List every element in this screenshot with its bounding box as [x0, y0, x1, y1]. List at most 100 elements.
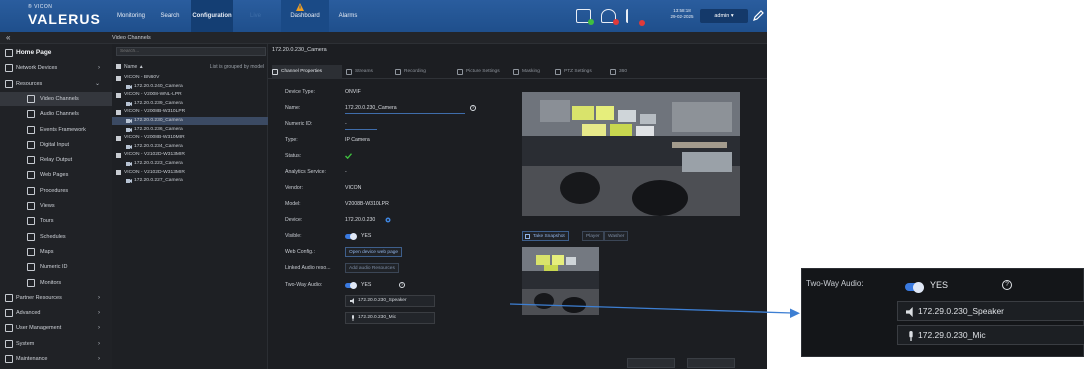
- nav-configuration[interactable]: Configuration: [191, 0, 233, 32]
- sidebar-item-user-management[interactable]: User Management ›: [0, 321, 112, 335]
- tree-camera-row[interactable]: 172.20.0.234_Camera: [112, 143, 268, 151]
- sidebar-item-procedures[interactable]: Procedures: [0, 184, 112, 198]
- tab-label: 360: [619, 69, 628, 74]
- sidebar-item-system[interactable]: System ›: [0, 337, 112, 351]
- sidebar-item-resources[interactable]: Resources ⌄: [0, 77, 112, 91]
- help-icon[interactable]: ?: [470, 105, 476, 111]
- callout-mic-label: 172.29.0.230_Mic: [918, 330, 986, 340]
- sidebar-item-relay-output[interactable]: Relay Output: [0, 153, 112, 167]
- sidebar-item-network-devices[interactable]: Network Devices ›: [0, 61, 112, 75]
- group-checkbox[interactable]: [116, 75, 121, 81]
- select-all-checkbox[interactable]: [116, 64, 121, 69]
- washer-button[interactable]: Washer: [604, 231, 629, 241]
- tree-group-row[interactable]: VICON - V2008B-W310MIR: [112, 134, 268, 142]
- collapse-sidebar-icon[interactable]: «: [6, 33, 10, 43]
- tree-group-row[interactable]: VICON - V2008-WNL-LPR: [112, 91, 268, 99]
- sidebar-item-advanced[interactable]: Advanced ›: [0, 306, 112, 320]
- tree-camera-row[interactable]: 172.20.0.236_Camera: [112, 126, 268, 134]
- sidebar-item-web-pages[interactable]: Web Pages: [0, 168, 112, 182]
- tab-picture-settings[interactable]: Picture Settings: [457, 65, 509, 79]
- tree-group-row[interactable]: VICON - V2102D-W313MIR: [112, 151, 268, 159]
- group-checkbox[interactable]: [116, 109, 121, 115]
- sidebar-item-video-channels[interactable]: Video Channels: [0, 91, 112, 106]
- tree-group-row[interactable]: VICON - V2102D-W313MIR: [112, 169, 268, 177]
- tab-streams[interactable]: Streams: [346, 65, 390, 79]
- group-checkbox[interactable]: [116, 92, 121, 98]
- cancel-button[interactable]: [627, 358, 675, 368]
- user-menu[interactable]: admin ▾: [700, 9, 748, 23]
- group-checkbox[interactable]: [116, 152, 121, 158]
- callout-two-way-label: Two-Way Audio:: [806, 279, 864, 288]
- tree-camera-row[interactable]: 172.20.0.240_Camera: [112, 83, 268, 91]
- tree-group-row[interactable]: VICON - V2008B-W310LPR: [112, 108, 268, 116]
- nav-dashboard[interactable]: Dashboard: [281, 0, 329, 32]
- take-snapshot-button[interactable]: Take Snapshot: [522, 231, 569, 241]
- nav-search[interactable]: Search: [158, 0, 182, 32]
- nav-live[interactable]: Live: [233, 0, 278, 32]
- group-checkbox[interactable]: [116, 170, 121, 176]
- save-button[interactable]: [687, 358, 735, 368]
- pencil-icon[interactable]: [752, 10, 764, 22]
- top-bar: ® VICON VALERUS Monitoring Search Config…: [0, 0, 767, 32]
- sidebar-item-events-framework[interactable]: Events Framework: [0, 123, 112, 137]
- chevron-icon: ⌄: [94, 80, 100, 87]
- speaker-row[interactable]: 172.20.0.230_Speaker: [345, 295, 435, 307]
- nav-monitoring[interactable]: Monitoring: [115, 0, 147, 32]
- prop-device: Device: 172.20.0.230: [268, 213, 518, 227]
- sidebar-item-views[interactable]: Views: [0, 199, 112, 213]
- tab-masking[interactable]: Masking: [513, 65, 551, 79]
- sidebar-item-label: Network Devices: [16, 65, 58, 72]
- sidebar-item-maps[interactable]: Maps: [0, 245, 112, 259]
- tree-group-row[interactable]: VICON - BN60V: [112, 74, 268, 82]
- two-way-value-row: YES: [268, 278, 518, 292]
- home-alert-icon[interactable]: [601, 9, 619, 25]
- sidebar-item-home-page[interactable]: Home Page: [0, 46, 112, 60]
- prop-device-type: Device Type: ONVIF: [268, 85, 518, 99]
- camera-icon: [126, 144, 132, 149]
- sidebar-item-maintenance[interactable]: Maintenance ›: [0, 352, 112, 366]
- tab-360[interactable]: 360: [610, 65, 636, 79]
- tab-ptz-settings[interactable]: PTZ Settings: [555, 65, 605, 79]
- tree-camera-row[interactable]: 172.20.0.227_Camera: [112, 177, 268, 185]
- logo-name: VALERUS: [28, 11, 101, 27]
- camera-icon: [126, 119, 132, 123]
- gear-icon[interactable]: [385, 217, 391, 223]
- sidebar-item-numeric-id[interactable]: Numeric ID: [0, 260, 112, 274]
- tab-icon: [513, 69, 519, 75]
- mic-row[interactable]: 172.20.0.230_Mic: [345, 312, 435, 324]
- sort-by-name[interactable]: Name ▲: [124, 62, 144, 72]
- tab-recording[interactable]: Recording: [395, 65, 451, 79]
- tab-channel-properties[interactable]: Channel Properties: [272, 65, 342, 79]
- tree-search-input[interactable]: [117, 48, 247, 55]
- procedures-icon: [27, 186, 35, 195]
- help-icon[interactable]: ?: [399, 282, 405, 288]
- sidebar-item-audio-channels[interactable]: Audio Channels: [0, 107, 112, 121]
- tree-row-label: 172.20.0.240_Camera: [134, 83, 183, 89]
- prop-numeric-id: Numeric ID: -: [268, 117, 518, 131]
- tree-camera-row[interactable]: 172.20.0.230_Camera: [112, 117, 268, 125]
- numeric-id-underline: [345, 129, 377, 130]
- sidebar-item-monitors[interactable]: Monitors: [0, 276, 112, 290]
- flag-icon[interactable]: [626, 9, 645, 26]
- sidebar-item-schedules[interactable]: Schedules: [0, 230, 112, 244]
- callout-mic-row[interactable]: 172.29.0.230_Mic: [897, 325, 1084, 345]
- device-link[interactable]: 172.20.0.230: [345, 213, 375, 227]
- sidebar-item-label: Schedules: [40, 233, 66, 240]
- help-icon[interactable]: ?: [1002, 280, 1012, 290]
- open-web-page-button[interactable]: Open device web page: [345, 247, 403, 257]
- camera-icon: [126, 84, 132, 89]
- callout-speaker-row[interactable]: 172.29.0.230_Speaker: [897, 301, 1084, 321]
- group-checkbox[interactable]: [116, 135, 121, 141]
- sidebar-item-tours[interactable]: Tours: [0, 214, 112, 228]
- sidebar-item-partner-resources[interactable]: Partner Resources ›: [0, 291, 112, 305]
- sidebar-item-digital-input[interactable]: Digital Input: [0, 138, 112, 152]
- tree-camera-row[interactable]: 172.20.0.223_Camera: [112, 160, 268, 168]
- notifications-icon[interactable]: [576, 9, 594, 25]
- user-management-icon: [5, 324, 13, 333]
- visible-value: YES: [361, 233, 372, 239]
- player-button[interactable]: Player: [582, 231, 604, 241]
- add-audio-resources-button[interactable]: Add audio Resources: [345, 263, 399, 273]
- callout-toggle[interactable]: [905, 281, 924, 293]
- nav-alarms[interactable]: Alarms: [334, 0, 362, 32]
- tree-camera-row[interactable]: 172.20.0.239_Camera: [112, 100, 268, 108]
